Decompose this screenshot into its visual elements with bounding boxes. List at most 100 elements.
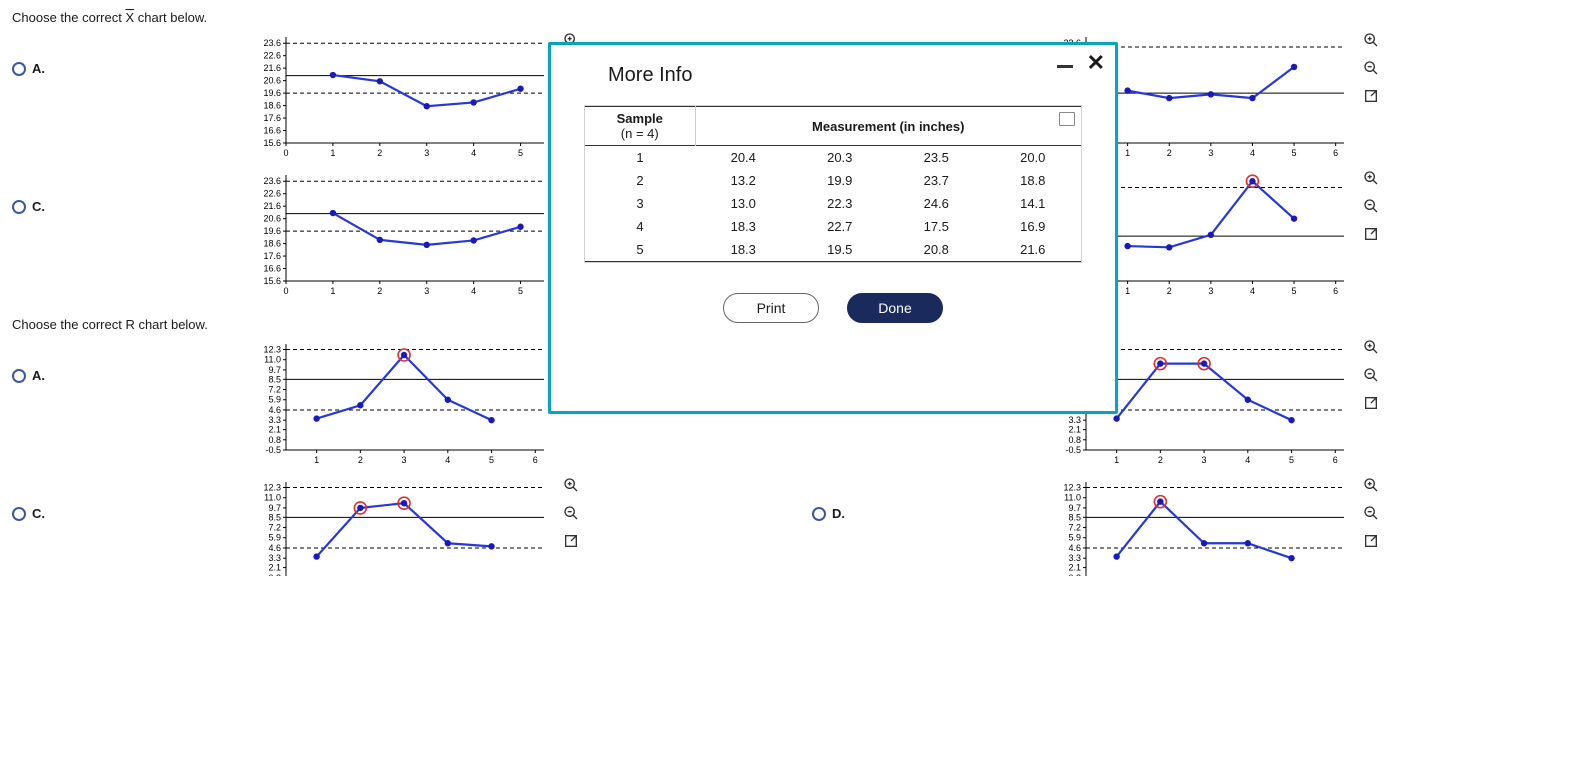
svg-text:17.6: 17.6 [263, 251, 281, 261]
expand-icon[interactable] [1362, 394, 1380, 412]
svg-text:12.3: 12.3 [1063, 482, 1081, 492]
svg-text:2.1: 2.1 [1068, 425, 1081, 435]
svg-text:8.5: 8.5 [268, 512, 281, 522]
svg-text:1: 1 [1125, 286, 1130, 296]
svg-text:0.8: 0.8 [268, 435, 281, 445]
svg-text:16.6: 16.6 [263, 126, 281, 136]
svg-text:0.8: 0.8 [1068, 435, 1081, 445]
svg-text:4: 4 [1250, 148, 1255, 158]
chart-xbar-a: 15.616.617.618.619.620.621.622.623.60123… [250, 31, 550, 161]
svg-text:9.7: 9.7 [1068, 503, 1081, 513]
svg-text:17.6: 17.6 [263, 113, 281, 123]
svg-text:1: 1 [1114, 455, 1119, 465]
question-1-title: Choose the correct X chart below. [12, 10, 1572, 25]
svg-text:3: 3 [1202, 455, 1207, 465]
svg-text:6: 6 [533, 455, 538, 465]
table-row: 213.219.923.718.8 [585, 169, 1081, 192]
svg-text:3.3: 3.3 [268, 553, 281, 563]
print-button[interactable]: Print [723, 293, 819, 323]
svg-text:0.8: 0.8 [268, 573, 281, 576]
svg-text:18.6: 18.6 [263, 239, 281, 249]
svg-text:2: 2 [1158, 455, 1163, 465]
svg-text:-0.5: -0.5 [265, 445, 281, 455]
table-row: 120.420.323.520.0 [585, 146, 1081, 170]
svg-text:1: 1 [330, 286, 335, 296]
done-button[interactable]: Done [847, 293, 943, 323]
svg-text:5: 5 [489, 455, 494, 465]
dialog-title: More Info [608, 64, 1088, 87]
radio-label: A. [32, 61, 45, 76]
svg-text:1: 1 [330, 148, 335, 158]
svg-text:15.6: 15.6 [263, 138, 281, 148]
radio-xbar-c[interactable] [12, 200, 26, 214]
expand-icon[interactable] [1362, 87, 1380, 105]
zoom-in-icon[interactable] [1362, 169, 1380, 187]
svg-text:21.6: 21.6 [263, 63, 281, 73]
radio-label: C. [32, 199, 45, 214]
svg-text:11.0: 11.0 [264, 355, 281, 365]
table-row: 313.022.324.614.1 [585, 192, 1081, 215]
radio-label: D. [832, 506, 845, 521]
svg-text:5.9: 5.9 [268, 395, 281, 405]
svg-text:12.3: 12.3 [263, 344, 281, 354]
svg-text:20.6: 20.6 [263, 76, 281, 86]
zoom-out-icon[interactable] [1362, 197, 1380, 215]
svg-text:23.6: 23.6 [263, 38, 281, 48]
svg-text:2.1: 2.1 [268, 425, 281, 435]
radio-r-a[interactable] [12, 369, 26, 383]
radio-r-d[interactable] [812, 507, 826, 521]
col-measurement: Measurement (in inches) [695, 107, 1081, 146]
option-r-c: C. -0.50.82.13.34.65.97.28.59.711.012.31… [12, 476, 772, 576]
svg-text:2.1: 2.1 [1068, 563, 1081, 573]
chart-r-d: -0.50.82.13.34.65.97.28.59.711.012.31234… [1050, 476, 1350, 576]
zoom-out-icon[interactable] [1362, 504, 1380, 522]
svg-text:12.3: 12.3 [263, 482, 281, 492]
svg-text:2.1: 2.1 [268, 563, 281, 573]
zoom-in-icon[interactable] [1362, 476, 1380, 494]
svg-text:15.6: 15.6 [263, 276, 281, 286]
svg-text:4: 4 [471, 286, 476, 296]
svg-text:5: 5 [518, 286, 523, 296]
svg-text:9.7: 9.7 [268, 365, 281, 375]
svg-text:5: 5 [1292, 148, 1297, 158]
expand-icon[interactable] [1362, 225, 1380, 243]
svg-text:5.9: 5.9 [268, 533, 281, 543]
zoom-in-icon[interactable] [562, 476, 580, 494]
svg-text:19.6: 19.6 [263, 226, 281, 236]
table-row: 418.322.717.516.9 [585, 215, 1081, 238]
svg-text:5: 5 [1289, 455, 1294, 465]
zoom-out-icon[interactable] [1362, 366, 1380, 384]
close-icon[interactable]: ✕ [1087, 55, 1105, 71]
svg-text:4: 4 [1245, 455, 1250, 465]
zoom-in-icon[interactable] [1362, 338, 1380, 356]
svg-text:9.7: 9.7 [268, 503, 281, 513]
chart-r-a: -0.50.82.13.34.65.97.28.59.711.012.31234… [250, 338, 550, 468]
radio-r-c[interactable] [12, 507, 26, 521]
expand-icon[interactable] [1362, 532, 1380, 550]
svg-text:2: 2 [358, 455, 363, 465]
svg-text:2: 2 [377, 148, 382, 158]
zoom-out-icon[interactable] [562, 504, 580, 522]
svg-text:8.5: 8.5 [1068, 512, 1081, 522]
table-row: 518.319.520.821.6 [585, 238, 1081, 262]
svg-text:5.9: 5.9 [1068, 533, 1081, 543]
svg-text:3.3: 3.3 [268, 415, 281, 425]
chart-r-c: -0.50.82.13.34.65.97.28.59.711.012.31234… [250, 476, 550, 576]
zoom-in-icon[interactable] [1362, 31, 1380, 49]
svg-text:7.2: 7.2 [1068, 523, 1081, 533]
svg-text:1: 1 [314, 455, 319, 465]
svg-text:1: 1 [1125, 148, 1130, 158]
data-table: Sample (n = 4) Measurement (in inches) 1… [584, 105, 1082, 263]
minimize-icon[interactable] [1057, 65, 1073, 68]
col-sample: Sample (n = 4) [585, 107, 695, 146]
zoom-out-icon[interactable] [1362, 59, 1380, 77]
svg-text:2: 2 [1167, 286, 1172, 296]
svg-text:0: 0 [283, 148, 288, 158]
svg-text:3: 3 [402, 455, 407, 465]
svg-text:23.6: 23.6 [263, 176, 281, 186]
expand-icon[interactable] [562, 532, 580, 550]
svg-text:19.6: 19.6 [263, 88, 281, 98]
svg-text:6: 6 [1333, 148, 1338, 158]
radio-xbar-a[interactable] [12, 62, 26, 76]
svg-text:21.6: 21.6 [263, 201, 281, 211]
